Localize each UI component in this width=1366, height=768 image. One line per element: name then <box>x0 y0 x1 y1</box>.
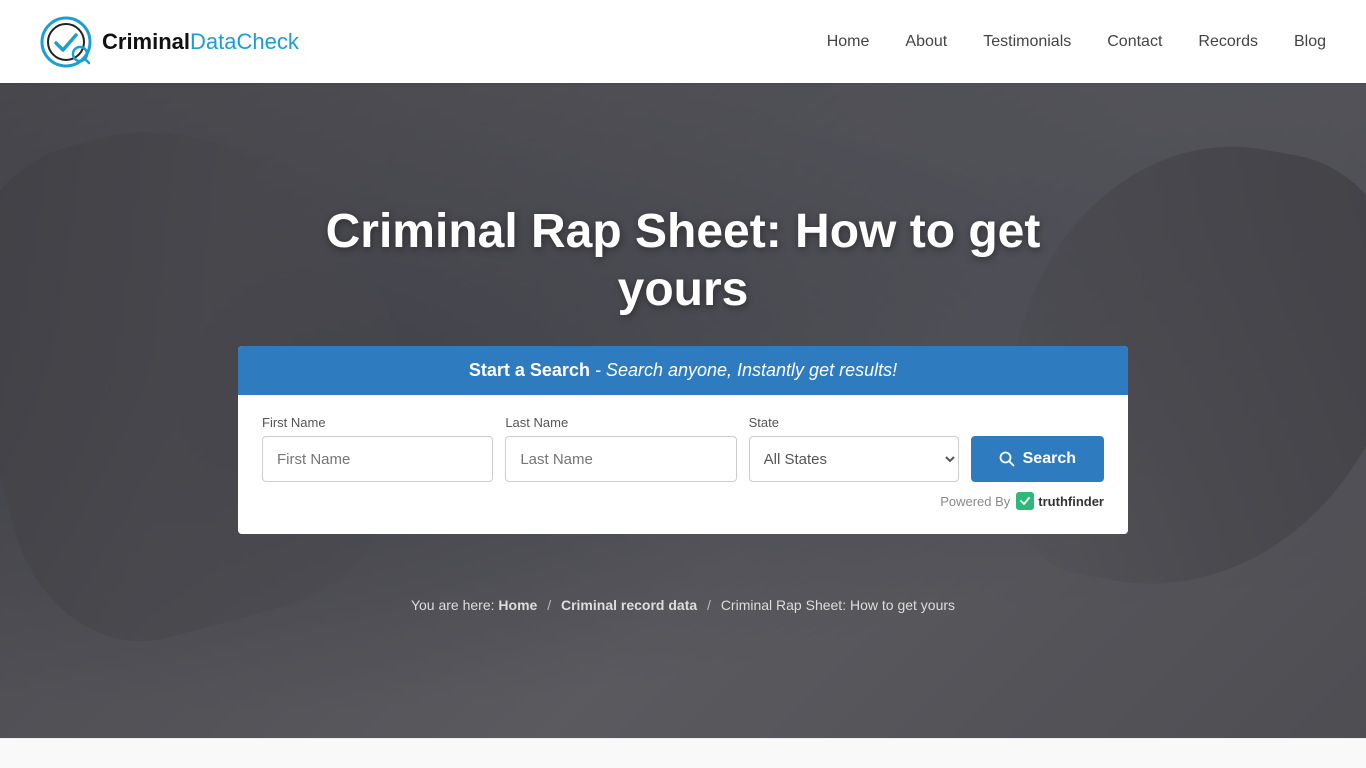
nav-item-contact[interactable]: Contact <box>1107 33 1162 51</box>
state-field-group: State All StatesAlabamaAlaskaArizonaArka… <box>749 415 959 482</box>
search-body: First Name Last Name State All StatesAla… <box>238 395 1128 534</box>
nav-link-records[interactable]: Records <box>1198 33 1258 50</box>
search-icon <box>999 451 1015 467</box>
hero-content: Criminal Rap Sheet: How to get yours Sta… <box>0 83 1366 768</box>
search-header: Start a Search - Search anyone, Instantl… <box>238 346 1128 395</box>
nav-item-about[interactable]: About <box>905 33 947 51</box>
hero-title: Criminal Rap Sheet: How to get yours <box>273 203 1093 318</box>
search-header-text: Start a Search - Search anyone, Instantl… <box>469 360 897 380</box>
breadcrumb: You are here: Home / Criminal record dat… <box>0 597 1366 613</box>
state-select[interactable]: All StatesAlabamaAlaskaArizonaArkansasCa… <box>749 436 959 482</box>
nav-item-blog[interactable]: Blog <box>1294 33 1326 51</box>
nav-link-testimonials[interactable]: Testimonials <box>983 33 1071 50</box>
search-box: Start a Search - Search anyone, Instantl… <box>238 346 1128 534</box>
logo-icon <box>40 16 92 68</box>
state-label: State <box>749 415 959 430</box>
nav-item-records[interactable]: Records <box>1198 33 1258 51</box>
logo[interactable]: CriminalDataCheck <box>40 16 299 68</box>
truthfinder-icon <box>1016 492 1034 510</box>
nav-item-testimonials[interactable]: Testimonials <box>983 33 1071 51</box>
breadcrumb-middle[interactable]: Criminal record data <box>561 597 697 613</box>
nav-item-home[interactable]: Home <box>827 33 870 51</box>
nav-link-blog[interactable]: Blog <box>1294 33 1326 50</box>
search-header-italic: - Search anyone, Instantly get results! <box>590 360 897 380</box>
hero-section: Criminal Rap Sheet: How to get yours Sta… <box>0 0 1366 768</box>
logo-brand-color: DataCheck <box>190 29 299 54</box>
nav-link-contact[interactable]: Contact <box>1107 33 1162 50</box>
first-name-field-group: First Name <box>262 415 493 482</box>
breadcrumb-current: Criminal Rap Sheet: How to get yours <box>721 597 955 613</box>
nav-link-home[interactable]: Home <box>827 33 870 50</box>
truthfinder-badge: truthfinder <box>1016 492 1104 510</box>
first-name-label: First Name <box>262 415 493 430</box>
last-name-field-group: Last Name <box>505 415 736 482</box>
truthfinder-label: truthfinder <box>1038 494 1104 509</box>
breadcrumb-sep-1: / <box>547 597 551 613</box>
nav-links: Home About Testimonials Contact Records … <box>827 33 1326 51</box>
powered-by-text: Powered By <box>940 494 1010 509</box>
breadcrumb-home[interactable]: Home <box>498 597 537 613</box>
last-name-input[interactable] <box>505 436 736 482</box>
search-header-bold: Start a Search <box>469 360 590 380</box>
search-button[interactable]: Search <box>971 436 1104 482</box>
powered-by: Powered By truthfinder <box>262 492 1104 510</box>
first-name-input[interactable] <box>262 436 493 482</box>
bottom-bar <box>0 738 1366 768</box>
breadcrumb-prefix: You are here: <box>411 597 498 613</box>
last-name-label: Last Name <box>505 415 736 430</box>
breadcrumb-sep-2: / <box>707 597 711 613</box>
navbar: CriminalDataCheck Home About Testimonial… <box>0 0 1366 83</box>
search-button-label: Search <box>1023 450 1076 468</box>
nav-link-about[interactable]: About <box>905 33 947 50</box>
logo-brand-bold: Criminal <box>102 29 190 54</box>
search-fields: First Name Last Name State All StatesAla… <box>262 415 1104 482</box>
